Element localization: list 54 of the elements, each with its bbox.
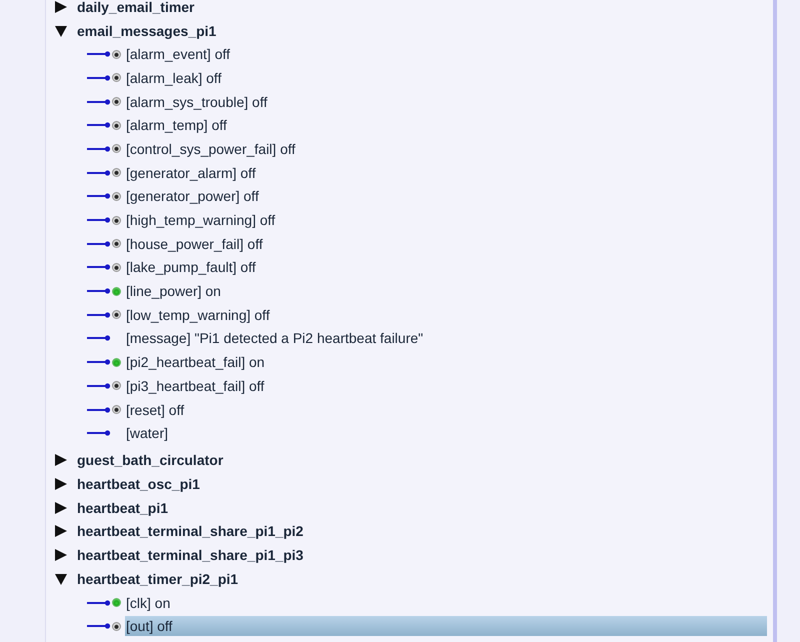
wire-icon xyxy=(87,382,111,390)
expand-triangle-icon[interactable] xyxy=(55,478,67,490)
wire-icon xyxy=(87,74,111,82)
wire-icon xyxy=(87,622,111,630)
signal-label[interactable]: [pi2_heartbeat_fail] on xyxy=(125,352,267,372)
signal-label[interactable]: [generator_alarm] off xyxy=(125,162,258,183)
expand-triangle-icon[interactable] xyxy=(55,0,67,13)
signal-label[interactable]: [alarm_leak] off xyxy=(125,68,224,88)
signal-label[interactable]: [reset] off xyxy=(125,400,186,420)
signal-label[interactable]: [generator_power] off xyxy=(125,186,261,206)
group-name[interactable]: daily_email_timer xyxy=(77,0,195,15)
signal-label[interactable]: [high_temp_warning] off xyxy=(125,210,278,230)
wire-icon xyxy=(87,216,111,224)
group-name[interactable]: guest_bath_circulator xyxy=(77,452,224,468)
wire-icon xyxy=(87,50,111,58)
wire-icon xyxy=(87,144,111,153)
expand-triangle-icon[interactable] xyxy=(55,454,67,466)
signal-label[interactable]: [alarm_temp] off xyxy=(125,115,229,136)
group-name[interactable]: heartbeat_terminal_share_pi1_pi2 xyxy=(77,523,304,540)
signal-label[interactable]: [alarm_sys_trouble] off xyxy=(125,92,270,112)
wire-icon xyxy=(87,406,111,414)
collapse-triangle-icon[interactable] xyxy=(55,572,67,585)
wire-icon xyxy=(87,310,111,319)
wire-icon xyxy=(87,263,111,272)
wire-icon xyxy=(87,598,111,607)
expand-triangle-icon[interactable] xyxy=(55,549,67,562)
wire-icon xyxy=(87,358,111,366)
signal-label[interactable]: [control_sys_power_fail] off xyxy=(125,138,298,159)
wire-icon xyxy=(87,168,111,177)
signal-label[interactable]: [alarm_event] off xyxy=(125,44,232,64)
expand-triangle-icon[interactable] xyxy=(55,502,67,514)
signal-label[interactable]: [clk] on xyxy=(125,592,172,613)
signal-label[interactable]: [pi3_heartbeat_fail] off xyxy=(125,376,266,396)
wire-icon xyxy=(87,192,111,200)
signal-label[interactable]: [lake_pump_fault] off xyxy=(125,257,258,278)
group-name[interactable]: heartbeat_timer_pi2_pi1 xyxy=(77,570,238,587)
signal-label[interactable]: [out] off xyxy=(125,616,767,636)
wire-icon xyxy=(87,334,111,342)
signal-label[interactable]: [low_temp_warning] off xyxy=(125,304,272,325)
group-name[interactable]: heartbeat_terminal_share_pi1_pi3 xyxy=(77,547,304,564)
wire-icon xyxy=(87,429,111,438)
wire-icon xyxy=(87,121,111,130)
wire-icon xyxy=(87,240,111,248)
group-name[interactable]: heartbeat_pi1 xyxy=(77,500,168,516)
group-name[interactable]: heartbeat_osc_pi1 xyxy=(77,476,200,492)
wire-icon xyxy=(87,287,111,296)
wire-icon xyxy=(87,98,111,106)
signal-label[interactable]: [message] "Pi1 detected a Pi2 heartbeat failure" xyxy=(125,328,426,348)
collapse-triangle-icon[interactable] xyxy=(55,24,67,37)
signal-label[interactable]: [water] xyxy=(125,423,170,444)
signal-label[interactable]: [house_power_fail] off xyxy=(125,234,265,254)
expand-triangle-icon[interactable] xyxy=(55,525,67,538)
group-name[interactable]: email_messages_pi1 xyxy=(77,22,216,39)
signal-label[interactable]: [line_power] on xyxy=(125,281,223,302)
